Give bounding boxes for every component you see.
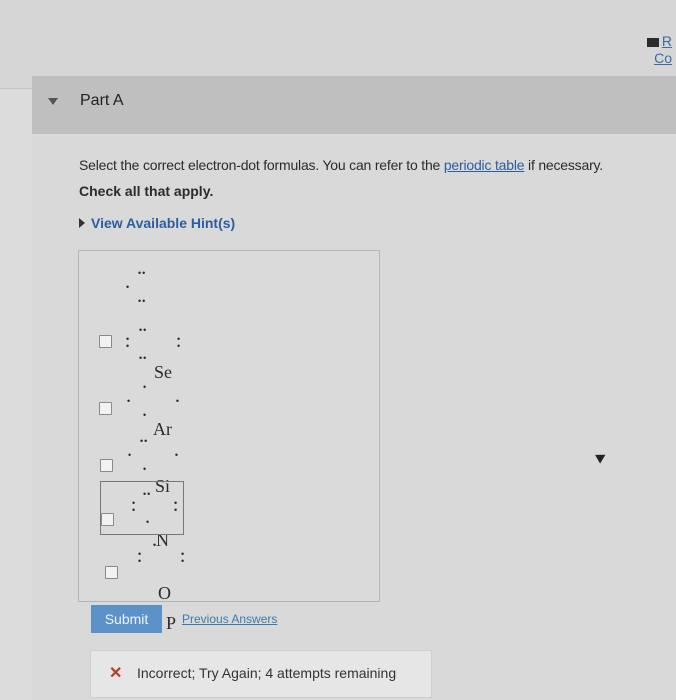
- periodic-table-link[interactable]: periodic table: [444, 157, 525, 173]
- submit-button[interactable]: Submit: [91, 605, 162, 633]
- x-icon: ✕: [109, 665, 123, 682]
- part-title: Part A: [80, 92, 124, 109]
- collapse-triangle-icon[interactable]: [48, 98, 58, 105]
- feedback-box: ✕ Incorrect; Try Again; 4 attempts remai…: [90, 650, 432, 698]
- previous-answers-link[interactable]: Previous Answers: [182, 612, 277, 626]
- instructions: Select the correct electron-dot formulas…: [79, 157, 603, 173]
- part-header[interactable]: [32, 76, 676, 134]
- view-hints-toggle[interactable]: View Available Hint(s): [79, 215, 235, 231]
- instructions-prefix: Select the correct electron-dot formulas…: [79, 157, 441, 173]
- top-right-links: R Co: [646, 33, 672, 67]
- instructions-suffix: if necessary.: [528, 157, 603, 173]
- check-all-label: Check all that apply.: [79, 183, 214, 199]
- view-hints-label: View Available Hint(s): [91, 215, 236, 231]
- square-icon: [646, 37, 659, 47]
- element-symbol: P: [166, 613, 177, 633]
- feedback-message: Incorrect; Try Again; 4 attempts remaini…: [137, 665, 397, 681]
- expand-triangle-icon: [79, 218, 85, 228]
- top-right-link-2[interactable]: Co: [654, 50, 672, 66]
- top-right-link-1[interactable]: R: [662, 33, 672, 49]
